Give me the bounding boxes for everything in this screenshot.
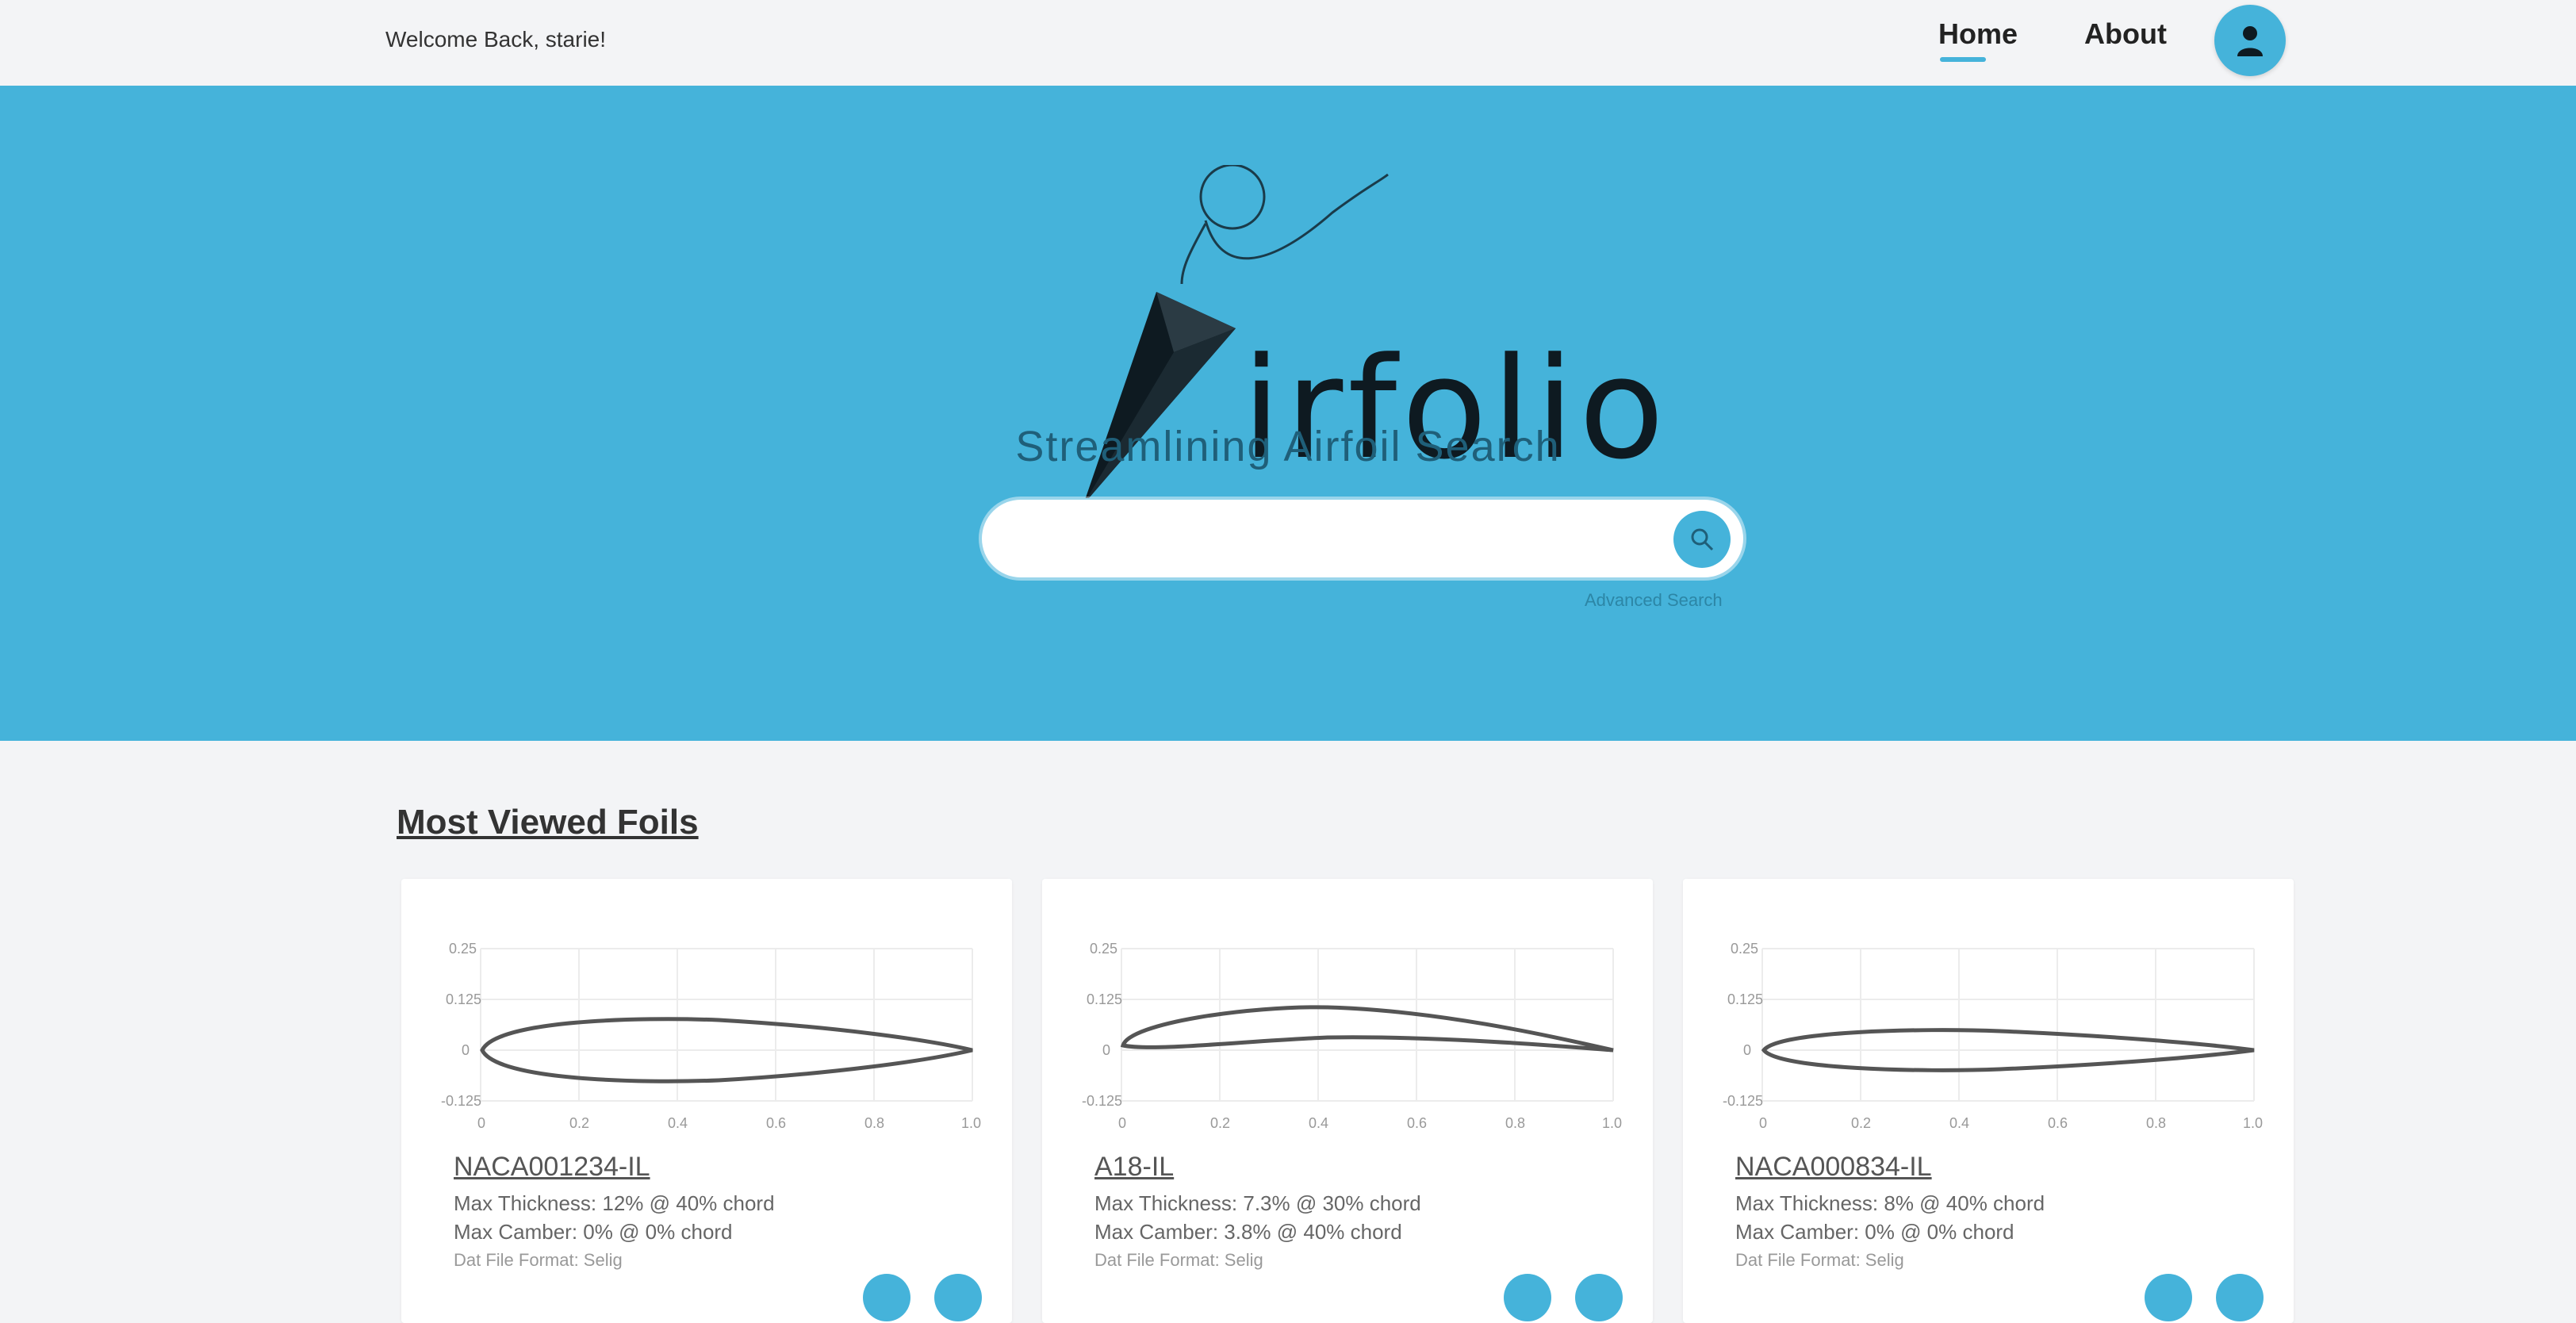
y-tick: -0.125 <box>1723 1093 1763 1109</box>
section-title: Most Viewed Foils <box>397 803 699 842</box>
max-camber: Max Camber: 3.8% @ 40% chord <box>1094 1220 1402 1244</box>
x-tick: 0.4 <box>668 1115 688 1131</box>
x-tick: 0.6 <box>2048 1115 2068 1131</box>
max-camber: Max Camber: 0% @ 0% chord <box>1735 1220 2014 1244</box>
tagline: Streamlining Airfoil Search <box>1015 423 1561 470</box>
y-tick: -0.125 <box>1082 1093 1122 1109</box>
card-action-button[interactable] <box>934 1274 982 1321</box>
card-action-button[interactable] <box>1575 1274 1623 1321</box>
y-tick: 0.25 <box>1731 941 1758 957</box>
y-tick: 0.25 <box>449 941 477 957</box>
max-camber: Max Camber: 0% @ 0% chord <box>454 1220 733 1244</box>
x-tick: 1.0 <box>2243 1115 2263 1131</box>
foil-plot: 0.25 0.125 0 -0.125 0 0.2 0.4 0.6 0.8 1.… <box>1723 941 2263 1131</box>
card-action-button[interactable] <box>863 1274 910 1321</box>
y-tick: 0.125 <box>446 991 481 1007</box>
x-tick: 0.2 <box>1210 1115 1230 1131</box>
top-bar: Welcome Back, starie! Home About <box>0 0 2576 86</box>
foil-name-link[interactable]: NACA001234-IL <box>454 1152 650 1183</box>
x-tick: 0 <box>477 1115 485 1131</box>
search-button[interactable] <box>1673 511 1731 568</box>
hero-banner: irfolio Streamlining Airfoil Search Adva… <box>0 86 2576 741</box>
foil-name-link[interactable]: NACA000834-IL <box>1735 1152 1932 1183</box>
search-input[interactable] <box>1014 511 1651 568</box>
y-tick: 0.25 <box>1090 941 1117 957</box>
x-tick: 0.8 <box>864 1115 884 1131</box>
search-bar <box>982 500 1743 577</box>
advanced-search-link[interactable]: Advanced Search <box>1585 590 1723 611</box>
user-menu-button[interactable] <box>2214 5 2286 76</box>
foil-card[interactable]: 0.25 0.125 0 -0.125 0 0.2 0.4 0.6 0.8 1.… <box>1042 879 1653 1323</box>
max-thickness: Max Thickness: 8% @ 40% chord <box>1735 1191 2045 1215</box>
x-tick: 0.8 <box>1505 1115 1525 1131</box>
x-tick: 1.0 <box>1602 1115 1622 1131</box>
max-thickness: Max Thickness: 12% @ 40% chord <box>454 1191 775 1215</box>
y-tick: 0 <box>1743 1042 1751 1058</box>
card-action-button[interactable] <box>2216 1274 2264 1321</box>
x-tick: 1.0 <box>961 1115 981 1131</box>
x-tick: 0.6 <box>766 1115 786 1131</box>
card-action-button[interactable] <box>2145 1274 2192 1321</box>
foil-card[interactable]: 0.25 0.125 0 -0.125 0 0.2 0.4 0.6 0.8 1.… <box>1683 879 2294 1323</box>
search-icon <box>1691 528 1714 551</box>
nav-about-link[interactable]: About <box>2084 17 2167 51</box>
file-format: Dat File Format: Selig <box>454 1250 623 1270</box>
foil-plot: 0.25 0.125 0 -0.125 0 0.2 0.4 0.6 0.8 1.… <box>1082 941 1622 1131</box>
x-tick: 0.2 <box>1851 1115 1871 1131</box>
y-tick: -0.125 <box>441 1093 481 1109</box>
y-tick: 0.125 <box>1727 991 1763 1007</box>
file-format: Dat File Format: Selig <box>1094 1250 1263 1270</box>
active-nav-indicator <box>1940 57 1986 62</box>
y-tick: 0 <box>462 1042 470 1058</box>
y-tick: 0 <box>1102 1042 1110 1058</box>
x-tick: 0.4 <box>1949 1115 1969 1131</box>
file-format: Dat File Format: Selig <box>1735 1250 1904 1270</box>
x-tick: 0.2 <box>569 1115 589 1131</box>
x-tick: 0 <box>1118 1115 1126 1131</box>
nav-home-link[interactable]: Home <box>1938 17 2018 51</box>
y-tick: 0.125 <box>1087 991 1122 1007</box>
user-icon <box>2237 26 2263 56</box>
x-tick: 0.6 <box>1407 1115 1427 1131</box>
foil-name-link[interactable]: A18-IL <box>1094 1152 1174 1183</box>
welcome-message: Welcome Back, starie! <box>385 27 607 52</box>
foil-plot: 0.25 0.125 0 -0.125 0 0.2 0.4 0.6 0.8 1.… <box>441 941 981 1131</box>
x-tick: 0 <box>1759 1115 1767 1131</box>
x-tick: 0.8 <box>2146 1115 2166 1131</box>
foil-card[interactable]: 0.25 0.125 0 -0.125 0 0.2 0.4 0.6 0.8 1.… <box>401 879 1012 1323</box>
max-thickness: Max Thickness: 7.3% @ 30% chord <box>1094 1191 1421 1215</box>
x-tick: 0.4 <box>1309 1115 1328 1131</box>
card-action-button[interactable] <box>1504 1274 1551 1321</box>
